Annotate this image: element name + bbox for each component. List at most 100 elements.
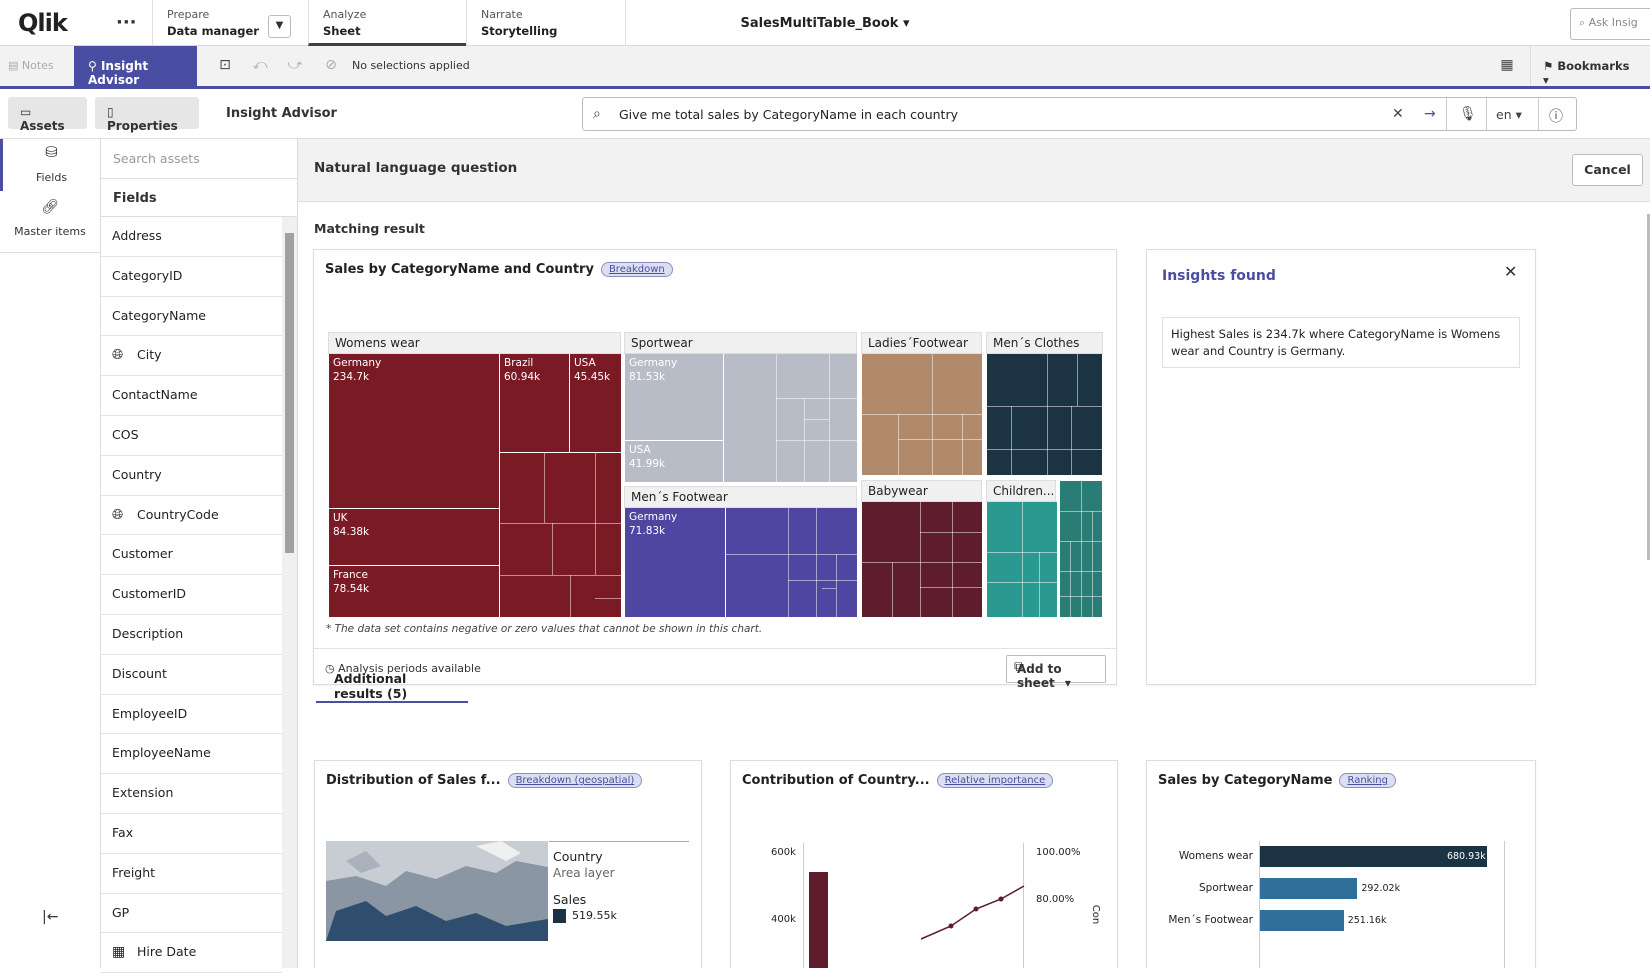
microphone-icon[interactable]: 🎙	[1459, 106, 1477, 122]
submit-arrow-icon[interactable]: →	[1424, 106, 1436, 122]
treemap-cell[interactable]: France 78.54k	[329, 566, 499, 617]
step-back-icon[interactable]: ⤺	[251, 57, 269, 75]
rail-master-items[interactable]: 🔗︎ Master items	[0, 199, 100, 254]
add-to-sheet-button[interactable]: Add to sheet ▾	[1006, 655, 1106, 690]
results-content: Matching result Sales by CategoryName an…	[298, 202, 1650, 968]
field-item[interactable]: Country	[101, 456, 282, 496]
close-icon[interactable]: ✕	[1504, 262, 1517, 281]
smart-search-icon[interactable]: ⊡	[216, 57, 234, 75]
treemap-group-header: Men´s Footwear	[624, 486, 857, 508]
treemap-cell[interactable]	[987, 502, 1057, 617]
treemap-cell[interactable]	[987, 354, 1102, 475]
treemap-cell[interactable]	[862, 502, 982, 617]
field-item-label: COS	[112, 426, 139, 442]
treemap-cell[interactable]: Germany 81.53k	[625, 354, 723, 440]
question-input[interactable]: Give me total sales by CategoryName in e…	[619, 107, 958, 122]
notes-button[interactable]: ▤ Notes	[8, 59, 54, 72]
contribution-bar[interactable]	[809, 872, 828, 968]
prepare-dropdown-button[interactable]: ▼	[268, 15, 291, 38]
field-item[interactable]: Freight	[101, 854, 282, 894]
field-item[interactable]: ▦ Hire Date	[101, 933, 282, 973]
language-select[interactable]: en ▾	[1496, 107, 1522, 122]
scrollbar-thumb[interactable]	[285, 233, 294, 553]
field-item[interactable]: Customer	[101, 535, 282, 576]
field-item[interactable]: EmployeeName	[101, 734, 282, 775]
treemap-cell[interactable]: Brazil 60.94k	[500, 354, 569, 452]
field-item[interactable]: GP	[101, 894, 282, 934]
more-menu-button[interactable]: ···	[116, 12, 137, 33]
treemap-cell[interactable]	[726, 508, 857, 617]
treemap-cell[interactable]: Germany 234.7k	[329, 354, 499, 508]
treemap-cell[interactable]: USA 45.45k	[570, 354, 621, 452]
additional-card-ranking[interactable]: Sales by CategoryName Ranking Womens wear…	[1146, 760, 1536, 968]
field-item-label: Hire Date	[137, 944, 197, 960]
tab-additional-results[interactable]: Additional results (5)	[316, 657, 468, 703]
qlik-logo[interactable]: Qlik	[18, 9, 68, 37]
geospatial-badge[interactable]: Breakdown (geospatial)	[507, 773, 643, 788]
question-search-box[interactable]: ⌕ Give me total sales by CategoryName in…	[582, 97, 1577, 131]
bookmarks-button[interactable]: ⚑ Bookmarks ▾	[1530, 46, 1650, 87]
treemap-cell[interactable]: UK 84.38k	[329, 509, 499, 565]
treemap-cell-value: 234.7k	[333, 371, 370, 383]
ask-insight-input[interactable]: ⌕ Ask Insig	[1570, 8, 1650, 40]
app-title[interactable]: SalesMultiTable_Book	[741, 16, 899, 31]
clear-icon[interactable]: ✕	[1392, 106, 1404, 122]
y-tick-600k: 600k	[771, 847, 796, 858]
field-item[interactable]: Extension	[101, 774, 282, 814]
tab-narrate[interactable]: Narrate Storytelling	[466, 0, 626, 46]
map-legend-title: Country	[553, 849, 603, 864]
clear-selections-icon[interactable]: ⊘	[322, 57, 340, 75]
result-card[interactable]: Sales by CategoryName and Country Breakdo…	[313, 249, 1117, 690]
chevron-down-icon[interactable]: ▾	[903, 16, 910, 31]
field-item[interactable]: Discount	[101, 655, 282, 695]
field-item[interactable]: Description	[101, 615, 282, 655]
ranking-bar[interactable]	[1260, 878, 1358, 899]
ranking-category-label: Sportwear	[1199, 882, 1253, 894]
insight-advisor-bar: ▭ Assets ▯ Properties Insight Advisor ⌕ …	[0, 89, 1650, 139]
additional-card-map[interactable]: Distribution of Sales f... Breakdown (geo…	[314, 760, 702, 968]
field-item[interactable]: CustomerID	[101, 575, 282, 615]
search-assets-input[interactable]: Search assets	[101, 139, 297, 179]
treemap-cell-label: Germany	[629, 511, 678, 523]
treemap-cell[interactable]	[1060, 481, 1102, 617]
treemap-cell[interactable]: USA 41.99k	[625, 441, 723, 482]
treemap-cell[interactable]	[724, 354, 857, 482]
ranking-bar[interactable]	[1260, 910, 1344, 931]
caret-down-icon: ▾	[1064, 676, 1071, 690]
field-item[interactable]: 🌐︎ City	[101, 336, 282, 377]
rail-master-items-label: Master items	[14, 225, 86, 238]
assets-button[interactable]: ▭ Assets	[8, 97, 87, 133]
field-item-label: EmployeeID	[112, 705, 188, 721]
treemap-cell[interactable]	[862, 354, 982, 475]
properties-button[interactable]: ▯ Properties	[95, 97, 199, 133]
map-canvas[interactable]	[326, 841, 548, 941]
info-icon[interactable]: ⓘ	[1549, 106, 1563, 126]
field-item[interactable]: CategoryID	[101, 257, 282, 297]
field-item[interactable]: CategoryName	[101, 297, 282, 337]
fields-list: Address CategoryID CategoryName 🌐︎ City Conta…	[101, 217, 282, 973]
ranking-value-label: 292.02k	[1361, 883, 1401, 894]
rail-fields[interactable]: ⛁ Fields	[0, 139, 100, 191]
treemap-cell[interactable]	[500, 453, 621, 617]
field-item[interactable]: ContactName	[101, 376, 282, 416]
chevron-down-icon: ▾	[1543, 73, 1549, 87]
step-forward-icon[interactable]: ⤻	[286, 57, 304, 75]
tab-analyze[interactable]: Analyze Sheet	[308, 0, 466, 46]
relative-importance-badge[interactable]: Relative importance	[936, 773, 1054, 788]
cancel-button[interactable]: Cancel	[1572, 154, 1643, 186]
field-item[interactable]: 🌐︎ CountryCode	[101, 496, 282, 536]
grid-view-icon[interactable]: ▦	[1498, 57, 1516, 75]
insight-advisor-button[interactable]: ⚲ Insight Advisor	[74, 46, 197, 87]
fields-scrollbar[interactable]	[282, 217, 297, 968]
field-item[interactable]: COS	[101, 416, 282, 456]
treemap-cell[interactable]: Germany 71.83k	[625, 508, 725, 617]
field-item[interactable]: Address	[101, 217, 282, 257]
additional-card-contribution[interactable]: Contribution of Country... Relative impor…	[730, 760, 1118, 968]
field-item[interactable]: Fax	[101, 814, 282, 854]
breakdown-badge[interactable]: Breakdown	[600, 262, 673, 277]
field-item[interactable]: EmployeeID	[101, 695, 282, 735]
insight-text: Highest Sales is 234.7k where CategoryNa…	[1162, 317, 1520, 368]
field-item-label: CategoryID	[112, 267, 183, 283]
treemap-chart[interactable]: Womens wear Germany 234.7k UK 84.38k France 78…	[328, 332, 1104, 617]
collapse-panel-icon[interactable]: |←	[42, 909, 58, 925]
